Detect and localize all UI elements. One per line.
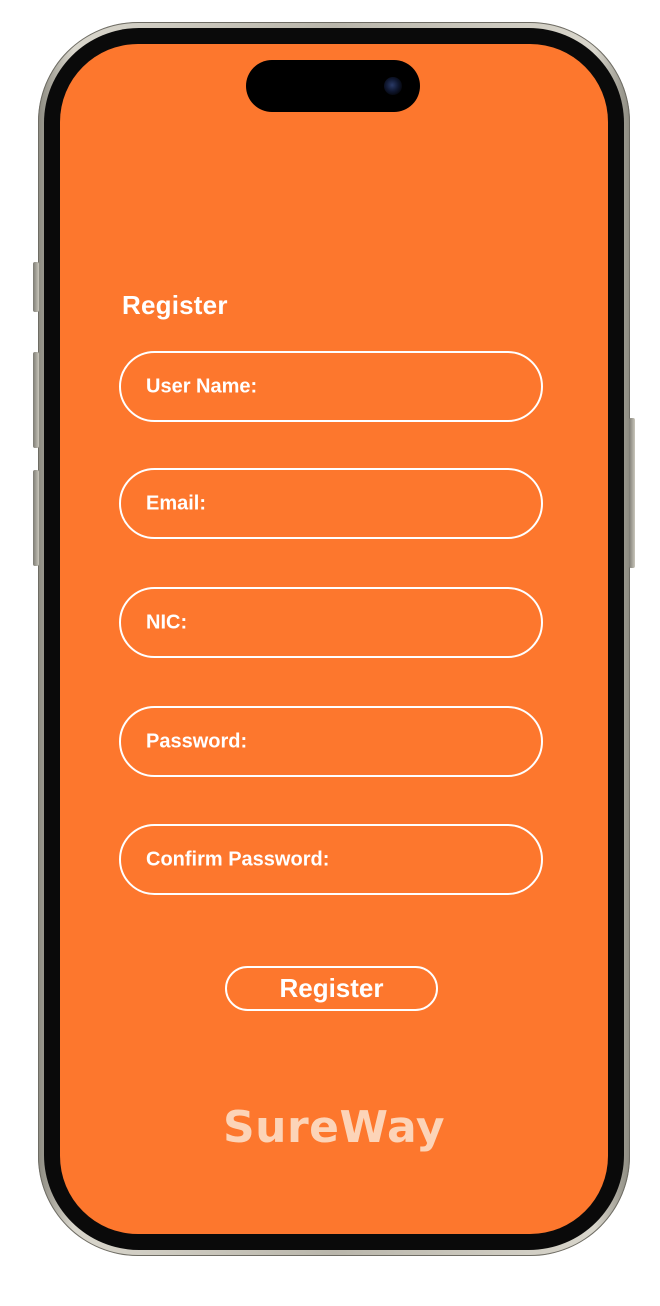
email-field[interactable]: Email: bbox=[119, 468, 543, 539]
dynamic-island bbox=[246, 60, 420, 112]
user-name-field[interactable]: User Name: bbox=[119, 351, 543, 422]
confirm-password-label: Confirm Password: bbox=[146, 848, 330, 870]
app-screen: Register User Name: Email: NIC: Password… bbox=[60, 44, 608, 1234]
power-button bbox=[629, 418, 635, 568]
nic-label: NIC: bbox=[146, 611, 188, 633]
front-camera-icon bbox=[384, 77, 402, 95]
nic-field[interactable]: NIC: bbox=[119, 587, 543, 658]
sureway-logo: SureWay bbox=[222, 1102, 446, 1153]
password-label: Password: bbox=[146, 730, 248, 752]
user-name-label: User Name: bbox=[146, 375, 258, 397]
password-field[interactable]: Password: bbox=[119, 706, 543, 777]
register-button[interactable]: Register bbox=[225, 966, 438, 1011]
email-label: Email: bbox=[146, 492, 207, 514]
volume-down-button bbox=[33, 470, 39, 566]
page-title: Register bbox=[122, 290, 228, 320]
action-button bbox=[33, 262, 39, 312]
volume-up-button bbox=[33, 352, 39, 448]
confirm-password-field[interactable]: Confirm Password: bbox=[119, 824, 543, 895]
